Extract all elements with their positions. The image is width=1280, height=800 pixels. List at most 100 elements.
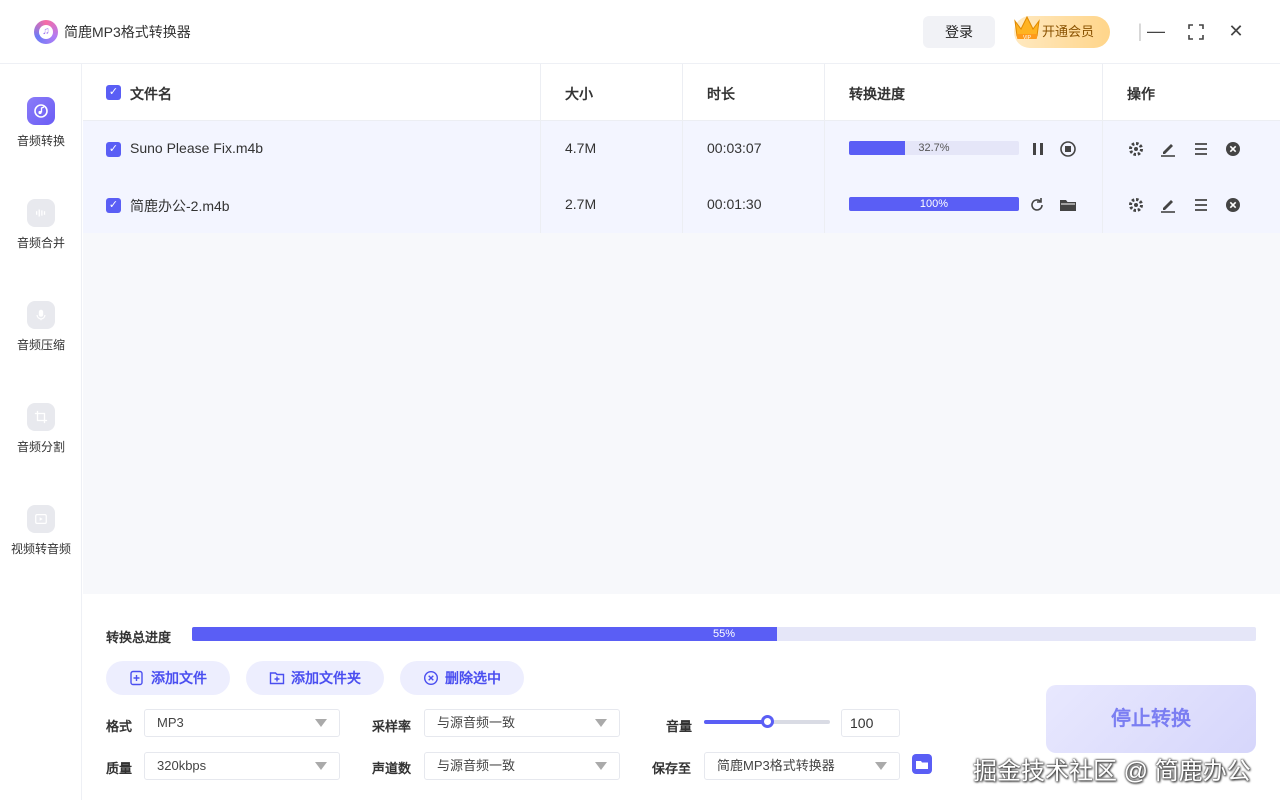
samplerate-select[interactable]: 与源音频一致	[424, 709, 620, 737]
add-folder-button[interactable]: 添加文件夹	[246, 661, 384, 695]
audio-split-icon	[27, 403, 55, 431]
add-file-button[interactable]: 添加文件	[106, 661, 230, 695]
sidebar-item-label: 音频分割	[16, 440, 65, 454]
row-progress-bar: 32.7%	[849, 141, 1019, 155]
close-window-icon[interactable]: ✕	[1224, 20, 1248, 44]
delete-icon	[423, 670, 439, 686]
remove-icon[interactable]	[1223, 195, 1243, 215]
column-divider	[1102, 64, 1103, 233]
total-progress-label: 转换总进度	[106, 630, 172, 645]
delete-selected-label: 删除选中	[445, 670, 501, 686]
settings-icon[interactable]	[1126, 139, 1146, 159]
edit-icon[interactable]	[1158, 139, 1178, 159]
saveto-value: 简鹿MP3格式转换器	[717, 758, 835, 773]
total-progress-bar: 55%	[192, 627, 1256, 641]
samplerate-value: 与源音频一致	[437, 715, 516, 730]
file-size: 2.7M	[565, 196, 597, 212]
header-size: 大小	[565, 86, 593, 102]
edit-icon[interactable]	[1158, 195, 1178, 215]
volume-input[interactable]: 100	[841, 709, 900, 737]
sidebar-item-audio-convert[interactable]: 音频转换	[0, 97, 82, 177]
sidebar-item-audio-split[interactable]: 音频分割	[0, 403, 82, 483]
crown-icon: VIP	[1014, 15, 1040, 41]
add-folder-label: 添加文件夹	[291, 670, 361, 686]
vip-button[interactable]: VIP 开通会员	[1014, 15, 1110, 48]
format-value: MP3	[157, 715, 184, 730]
chevron-down-icon	[595, 719, 607, 727]
remove-icon[interactable]	[1223, 139, 1243, 159]
format-select[interactable]: MP3	[144, 709, 340, 737]
sidebar: 音频转换 音频合并 音频压缩 音频分割 视频转音频	[0, 64, 82, 800]
stop-icon[interactable]	[1058, 139, 1078, 159]
header-duration: 时长	[707, 86, 735, 102]
file-size: 4.7M	[565, 140, 597, 156]
quality-value: 320kbps	[157, 758, 207, 773]
vip-label: 开通会员	[1042, 24, 1095, 39]
quality-select[interactable]: 320kbps	[144, 752, 340, 780]
sidebar-item-audio-compress[interactable]: 音频压缩	[0, 301, 82, 381]
file-duration: 00:03:07	[707, 140, 762, 156]
add-file-label: 添加文件	[151, 670, 207, 686]
file-name: Suno Please Fix.m4b	[130, 140, 264, 156]
samplerate-label: 采样率	[372, 719, 412, 734]
chevron-down-icon	[875, 762, 887, 770]
app-logo-icon: ♫	[34, 20, 58, 44]
audio-merge-icon	[27, 199, 55, 227]
menu-icon[interactable]	[1191, 195, 1211, 215]
stop-convert-button[interactable]: 停止转换	[1046, 685, 1256, 753]
folder-icon[interactable]	[911, 753, 933, 775]
volume-slider-fill	[704, 720, 767, 724]
menu-icon[interactable]	[1191, 139, 1211, 159]
saveto-select[interactable]: 简鹿MP3格式转换器	[704, 752, 900, 780]
chevron-down-icon	[315, 762, 327, 770]
login-button[interactable]: 登录	[923, 16, 995, 48]
settings-icon[interactable]	[1126, 195, 1146, 215]
sidebar-item-label: 音频合并	[16, 236, 65, 250]
sidebar-item-audio-merge[interactable]: 音频合并	[0, 199, 82, 279]
select-all-checkbox[interactable]: ✓	[106, 85, 121, 100]
channels-label: 声道数	[372, 761, 412, 776]
row-progress-text: 32.7%	[918, 142, 950, 154]
row-checkbox[interactable]: ✓	[106, 142, 121, 157]
open-folder-icon[interactable]	[1058, 195, 1078, 215]
saveto-label: 保存至	[652, 761, 692, 776]
chevron-down-icon	[595, 762, 607, 770]
sidebar-item-label: 音频压缩	[16, 338, 65, 352]
volume-slider-knob[interactable]	[761, 715, 774, 728]
minimize-icon[interactable]: —	[1144, 20, 1168, 44]
volume-slider[interactable]	[704, 715, 830, 728]
file-name: 简鹿办公-2.m4b	[130, 198, 230, 214]
bottom-panel: 转换总进度 55% 添加文件 添加文件夹 删除选中 格式 MP3 质量 320k…	[83, 594, 1280, 800]
row-checkbox[interactable]: ✓	[106, 198, 121, 213]
column-divider	[682, 64, 683, 233]
format-label: 格式	[106, 719, 133, 734]
volume-label: 音量	[666, 719, 693, 734]
channels-value: 与源音频一致	[437, 758, 516, 773]
column-divider	[824, 64, 825, 233]
audio-convert-icon	[27, 97, 55, 125]
row-progress-bar: 100%	[849, 197, 1019, 211]
header-actions: 操作	[1127, 86, 1155, 102]
row-progress-text: 100%	[919, 198, 949, 210]
chevron-down-icon	[315, 719, 327, 727]
channels-select[interactable]: 与源音频一致	[424, 752, 620, 780]
file-duration: 00:01:30	[707, 196, 762, 212]
title-bar: ♫ 简鹿MP3格式转换器 登录 VIP 开通会员 | — ✕	[0, 0, 1280, 64]
main-content: ✓ 文件名 大小 时长 转换进度 操作 ✓ Suno Please Fix.m4…	[83, 64, 1280, 800]
watermark: 掘金技术社区 @ 简鹿办公	[973, 758, 1251, 785]
quality-label: 质量	[106, 761, 133, 776]
column-divider	[540, 64, 541, 233]
sidebar-item-video-to-audio[interactable]: 视频转音频	[0, 505, 82, 585]
delete-selected-button[interactable]: 删除选中	[400, 661, 524, 695]
maximize-icon[interactable]	[1184, 20, 1208, 44]
svg-text:VIP: VIP	[1023, 35, 1032, 41]
video-to-audio-icon	[27, 505, 55, 533]
audio-compress-icon	[27, 301, 55, 329]
header-name: 文件名	[130, 86, 172, 102]
add-folder-icon	[269, 672, 285, 685]
header-progress: 转换进度	[849, 86, 905, 102]
total-progress-text: 55%	[712, 628, 736, 640]
pause-icon[interactable]	[1028, 139, 1048, 159]
retry-icon[interactable]	[1027, 195, 1047, 215]
app-title: 简鹿MP3格式转换器	[64, 24, 191, 40]
